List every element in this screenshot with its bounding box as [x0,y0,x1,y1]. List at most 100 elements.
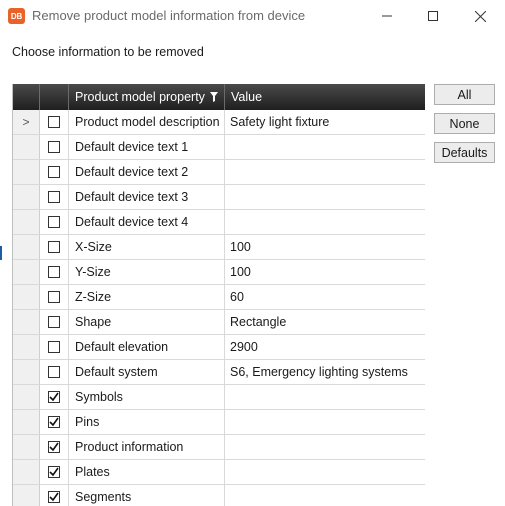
row-checkbox[interactable] [48,441,60,453]
instruction-label: Choose information to be removed [12,45,204,59]
table-row[interactable]: Default elevation 2900 [13,335,425,360]
maximize-icon [428,11,438,21]
row-checkbox-cell [40,235,69,259]
row-checkbox-cell [40,385,69,409]
row-checkbox[interactable] [48,366,60,378]
row-selector[interactable] [13,335,40,359]
row-checkbox[interactable] [48,316,60,328]
row-selector[interactable] [13,185,40,209]
value-cell: 100 [230,265,251,279]
row-checkbox[interactable] [48,266,60,278]
row-selector[interactable]: > [13,110,40,134]
row-checkbox-cell [40,435,69,459]
close-button[interactable] [457,0,503,32]
checkmark-icon [49,392,59,402]
current-row-marker: > [22,115,30,129]
column-header-property[interactable]: Product model property [69,84,225,110]
row-selector[interactable] [13,485,40,506]
property-cell: Plates [69,460,225,484]
row-checkbox-cell [40,160,69,184]
value-cell: S6, Emergency lighting systems [230,365,408,379]
value-cell [225,385,425,409]
table-row[interactable]: Symbols [13,385,425,410]
row-selector[interactable] [13,160,40,184]
value-cell [225,135,425,159]
row-selector[interactable] [13,435,40,459]
table-row[interactable]: X-Size 100 [13,235,425,260]
all-button[interactable]: All [434,84,495,105]
checkmark-icon [49,492,59,502]
table-row[interactable]: Y-Size 100 [13,260,425,285]
minimize-icon [382,15,392,17]
properties-grid[interactable]: Product model property Value > Product mo… [12,84,425,506]
row-selector[interactable] [13,410,40,434]
db-app-icon: DB [8,8,25,24]
row-selector[interactable] [13,135,40,159]
defaults-button[interactable]: Defaults [434,142,495,163]
table-row[interactable]: Product information [13,435,425,460]
row-selector[interactable] [13,285,40,309]
value-cell [225,485,425,506]
row-selector[interactable] [13,235,40,259]
row-checkbox[interactable] [48,216,60,228]
row-checkbox[interactable] [48,141,60,153]
table-row[interactable]: Segments [13,485,425,506]
row-checkbox[interactable] [48,166,60,178]
row-selector[interactable] [13,385,40,409]
maximize-button[interactable] [410,0,456,32]
window-title: Remove product model information from de… [32,8,306,23]
value-cell [225,410,425,434]
value-cell: 60 [230,290,244,304]
property-cell: Shape [69,310,225,334]
row-checkbox[interactable] [48,491,60,503]
minimize-button[interactable] [364,0,410,32]
table-row[interactable]: > Product model description Safety light f… [13,110,425,135]
header-checkbox-cell [40,84,69,110]
row-selector[interactable] [13,260,40,284]
window-edge-mark [0,246,2,260]
table-row[interactable]: Default device text 1 [13,135,425,160]
property-cell: Default device text 2 [69,160,225,184]
row-checkbox[interactable] [48,391,60,403]
column-header-property-label: Product model property [75,90,205,104]
property-cell: Z-Size [69,285,225,309]
table-row[interactable]: Default device text 4 [13,210,425,235]
row-checkbox-cell [40,285,69,309]
column-header-value[interactable]: Value [225,84,425,110]
table-row[interactable]: Shape Rectangle [13,310,425,335]
table-row[interactable]: Default device text 3 [13,185,425,210]
row-selector[interactable] [13,210,40,234]
row-selector[interactable] [13,460,40,484]
row-selector[interactable] [13,360,40,384]
row-checkbox[interactable] [48,416,60,428]
property-cell: Segments [69,485,225,506]
row-checkbox[interactable] [48,341,60,353]
title-bar: DB Remove product model information from… [0,0,505,32]
row-checkbox-cell [40,210,69,234]
value-cell [225,210,425,234]
row-checkbox[interactable] [48,291,60,303]
table-row[interactable]: Default device text 2 [13,160,425,185]
none-button[interactable]: None [434,113,495,134]
table-row[interactable]: Pins [13,410,425,435]
value-cell [225,435,425,459]
value-cell: 2900 [230,340,258,354]
row-checkbox[interactable] [48,116,60,128]
close-icon [474,10,486,22]
row-selector[interactable] [13,310,40,334]
property-cell: Default device text 4 [69,210,225,234]
value-cell: Safety light fixture [230,115,330,129]
row-checkbox[interactable] [48,191,60,203]
checkmark-icon [49,467,59,477]
row-checkbox-cell [40,310,69,334]
row-checkbox[interactable] [48,466,60,478]
filter-icon[interactable] [210,92,218,102]
row-checkbox-cell [40,110,69,134]
value-cell [225,160,425,184]
row-checkbox-cell [40,485,69,506]
table-row[interactable]: Default system S6, Emergency lighting sys… [13,360,425,385]
property-cell: Default device text 3 [69,185,225,209]
row-checkbox[interactable] [48,241,60,253]
table-row[interactable]: Plates [13,460,425,485]
table-row[interactable]: Z-Size 60 [13,285,425,310]
